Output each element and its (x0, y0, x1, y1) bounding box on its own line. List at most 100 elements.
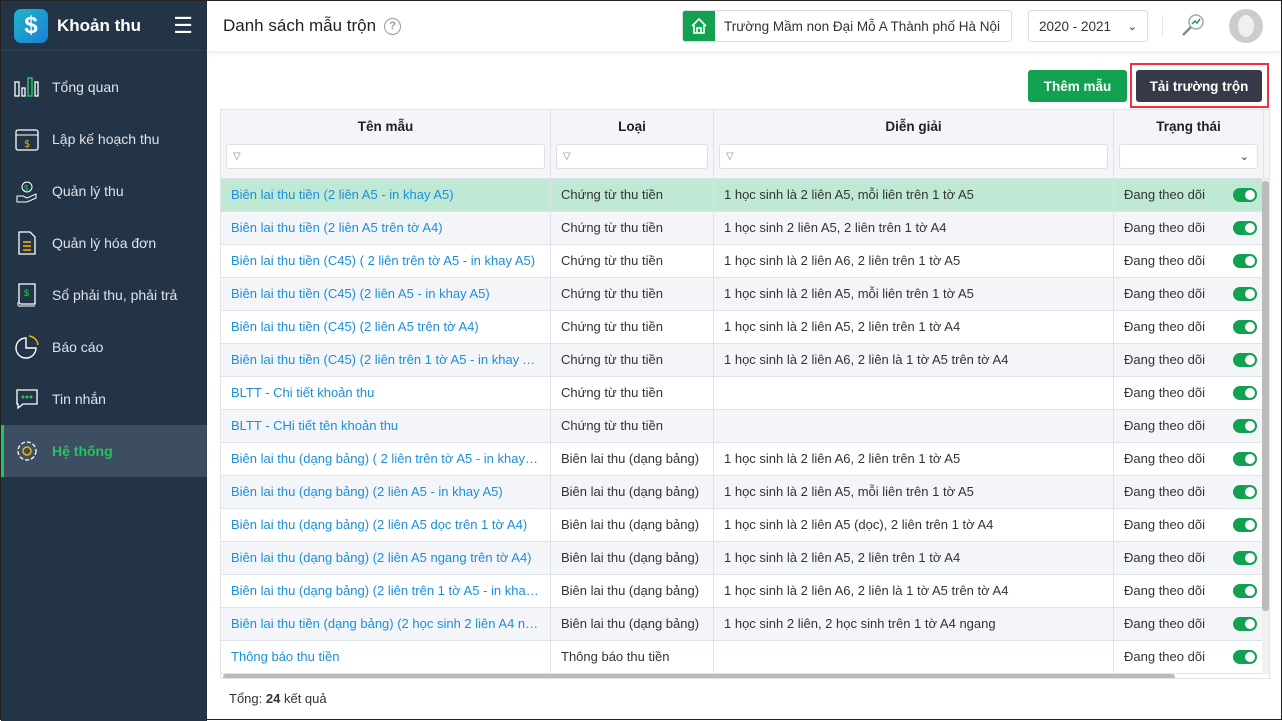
template-name-link[interactable]: Thông báo thu tiền (221, 641, 551, 673)
table-row[interactable]: Biên lai thu (dạng bảng) ( 2 liên trên t… (221, 443, 1269, 476)
status-cell: Đang theo dõi (1114, 575, 1264, 607)
template-name-link[interactable]: Biên lai thu (dạng bảng) ( 2 liên trên t… (221, 443, 551, 475)
chevron-down-icon: ⌄ (1239, 151, 1249, 163)
status-toggle[interactable] (1233, 320, 1257, 334)
template-description: 1 học sinh là 2 liên A5, mỗi liên trên 1… (714, 278, 1114, 310)
status-toggle[interactable] (1233, 452, 1257, 466)
description-filter-input[interactable]: ▽ (719, 144, 1108, 169)
divider (1162, 15, 1163, 37)
horizontal-scrollbar[interactable] (223, 674, 1175, 678)
status-toggle[interactable] (1233, 650, 1257, 664)
type-filter-input[interactable]: ▽ (556, 144, 708, 169)
table-row[interactable]: Biên lai thu (dạng bảng) (2 liên A5 - in… (221, 476, 1269, 509)
vertical-scrollbar[interactable] (1262, 179, 1269, 674)
status-cell: Đang theo dõi (1114, 278, 1264, 310)
status-text: Đang theo dõi (1124, 352, 1205, 367)
template-name-link[interactable]: Biên lai thu tiền (dạng bảng) (2 học sin… (221, 608, 551, 640)
sidebar-item-7[interactable]: Hệ thống (1, 425, 207, 477)
table-row[interactable]: Biên lai thu tiền (C45) (2 liên A5 trên … (221, 311, 1269, 344)
column-header: Loại (618, 119, 646, 134)
template-description: 1 học sinh là 2 liên A5, 2 liên trên 1 t… (714, 542, 1114, 574)
brand: $ Khoản thu ☰ (1, 1, 207, 51)
sidebar-item-6[interactable]: Tin nhắn (1, 373, 207, 425)
template-name-link[interactable]: BLTT - CHi tiết tên khoản thu (221, 410, 551, 442)
template-name-link[interactable]: Biên lai thu tiền (C45) (2 liên A5 - in … (221, 278, 551, 310)
template-description: 1 học sinh là 2 liên A6, 2 liên là 1 tờ … (714, 575, 1114, 607)
table-row[interactable]: Biên lai thu tiền (C45) (2 liên trên 1 t… (221, 344, 1269, 377)
status-toggle[interactable] (1233, 419, 1257, 433)
status-toggle[interactable] (1233, 353, 1257, 367)
status-toggle[interactable] (1233, 287, 1257, 301)
filter-icon: ▽ (563, 151, 571, 162)
avatar[interactable] (1229, 9, 1263, 43)
status-text: Đang theo dõi (1124, 220, 1205, 235)
table-row[interactable]: Biên lai thu tiền (C45) (2 liên A5 - in … (221, 278, 1269, 311)
ledger-icon: $ (13, 281, 41, 309)
template-type: Biên lai thu (dạng bảng) (551, 542, 714, 574)
status-cell: Đang theo dõi (1114, 641, 1264, 673)
table-row[interactable]: Biên lai thu (dạng bảng) (2 liên trên 1 … (221, 575, 1269, 608)
template-name-link[interactable]: Biên lai thu (dạng bảng) (2 liên trên 1 … (221, 575, 551, 607)
template-name-link[interactable]: Biên lai thu tiền (C45) (2 liên A5 trên … (221, 311, 551, 343)
svg-text:$: $ (24, 139, 30, 150)
template-name-link[interactable]: Biên lai thu (dạng bảng) (2 liên A5 ngan… (221, 542, 551, 574)
status-toggle[interactable] (1233, 386, 1257, 400)
table-row[interactable]: Biên lai thu tiền (dạng bảng) (2 học sin… (221, 608, 1269, 641)
template-name-link[interactable]: Biên lai thu (dạng bảng) (2 liên A5 dọc … (221, 509, 551, 541)
status-text: Đang theo dõi (1124, 418, 1205, 433)
template-description: 1 học sinh là 2 liên A6, 2 liên trên 1 t… (714, 443, 1114, 475)
status-toggle[interactable] (1233, 617, 1257, 631)
status-cell: Đang theo dõi (1114, 344, 1264, 376)
template-type: Chứng từ thu tiền (551, 245, 714, 277)
sidebar-item-0[interactable]: Tổng quan (1, 61, 207, 113)
status-cell: Đang theo dõi (1114, 410, 1264, 442)
template-name-link[interactable]: Biên lai thu (dạng bảng) (2 liên A5 - in… (221, 476, 551, 508)
status-toggle[interactable] (1233, 485, 1257, 499)
status-cell: Đang theo dõi (1114, 443, 1264, 475)
sidebar-item-1[interactable]: $ Lập kế hoạch thu (1, 113, 207, 165)
table-row[interactable]: BLTT - Chi tiết khoản thu Chứng từ thu ti… (221, 377, 1269, 410)
status-cell: Đang theo dõi (1114, 509, 1264, 541)
svg-text:$: $ (24, 184, 29, 193)
table-row[interactable]: Biên lai thu (dạng bảng) (2 liên A5 dọc … (221, 509, 1269, 542)
table-row[interactable]: Biên lai thu (dạng bảng) (2 liên A5 ngan… (221, 542, 1269, 575)
template-name-link[interactable]: Biên lai thu tiền (C45) (2 liên trên 1 t… (221, 344, 551, 376)
status-toggle[interactable] (1233, 188, 1257, 202)
status-cell: Đang theo dõi (1114, 245, 1264, 277)
status-toggle[interactable] (1233, 584, 1257, 598)
status-toggle[interactable] (1233, 551, 1257, 565)
menu-icon[interactable]: ☰ (173, 13, 193, 39)
name-filter-input[interactable]: ▽ (226, 144, 545, 169)
template-description: 1 học sinh 2 liên, 2 học sinh trên 1 tờ … (714, 608, 1114, 640)
template-type: Chứng từ thu tiền (551, 278, 714, 310)
column-status: Trạng thái ⌄ (1114, 110, 1264, 178)
sidebar-item-4[interactable]: $ Sổ phải thu, phải trả (1, 269, 207, 321)
template-description: 1 học sinh là 2 liên A5 (dọc), 2 liên tr… (714, 509, 1114, 541)
add-template-button[interactable]: Thêm mẫu (1028, 70, 1127, 102)
template-name-link[interactable]: Biên lai thu tiền (C45) ( 2 liên trên tờ… (221, 245, 551, 277)
help-icon[interactable]: ? (384, 17, 402, 35)
sidebar-item-5[interactable]: Báo cáo (1, 321, 207, 373)
status-cell: Đang theo dõi (1114, 179, 1264, 211)
template-name-link[interactable]: BLTT - Chi tiết khoản thu (221, 377, 551, 409)
school-selector[interactable]: Trường Mầm non Đại Mỗ A Thành phố Hà Nội (682, 10, 1012, 42)
table-row[interactable]: Biên lai thu tiền (2 liên A5 - in khay A… (221, 179, 1269, 212)
sidebar-item-3[interactable]: Quản lý hóa đơn (1, 217, 207, 269)
template-description (714, 377, 1114, 409)
table-row[interactable]: Biên lai thu tiền (C45) ( 2 liên trên tờ… (221, 245, 1269, 278)
status-filter-select[interactable]: ⌄ (1119, 144, 1258, 169)
status-toggle[interactable] (1233, 518, 1257, 532)
sidebar-item-2[interactable]: $ Quản lý thu (1, 165, 207, 217)
status-toggle[interactable] (1233, 221, 1257, 235)
template-name-link[interactable]: Biên lai thu tiền (2 liên A5 - in khay A… (221, 179, 551, 211)
sidebar-item-label: Sổ phải thu, phải trả (52, 287, 178, 303)
status-toggle[interactable] (1233, 254, 1257, 268)
template-type: Thông báo thu tiền (551, 641, 714, 673)
year-select[interactable]: 2020 - 2021 ⌄ (1028, 10, 1148, 42)
search-chart-icon[interactable] (1179, 11, 1207, 42)
template-name-link[interactable]: Biên lai thu tiền (2 liên A5 trên tờ A4) (221, 212, 551, 244)
status-cell: Đang theo dõi (1114, 311, 1264, 343)
table-row[interactable]: Thông báo thu tiền Thông báo thu tiền Đang… (221, 641, 1269, 674)
table-row[interactable]: BLTT - CHi tiết tên khoản thu Chứng từ th… (221, 410, 1269, 443)
table-row[interactable]: Biên lai thu tiền (2 liên A5 trên tờ A4)… (221, 212, 1269, 245)
